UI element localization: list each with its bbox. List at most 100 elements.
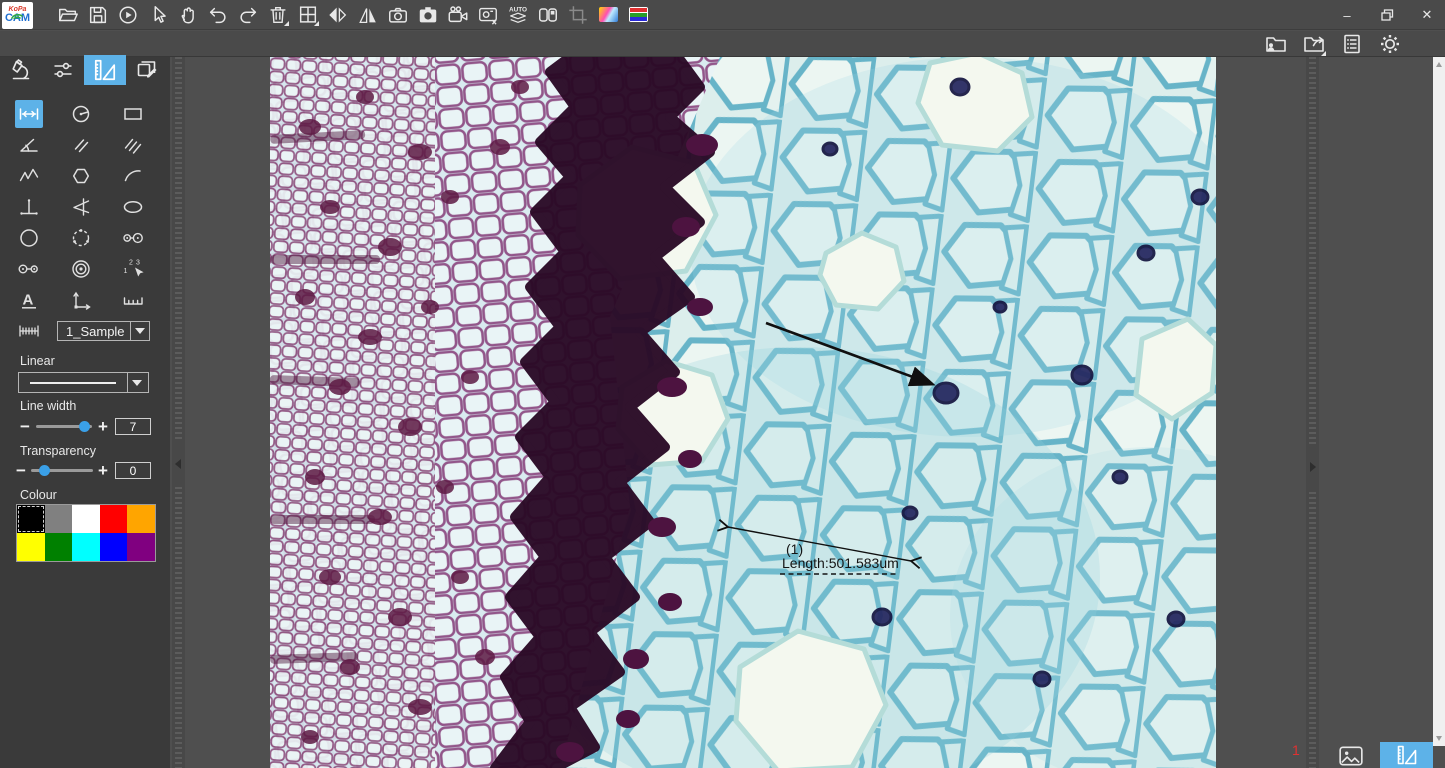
batch-capture-button[interactable]: [475, 2, 501, 28]
tool-polygon[interactable]: [67, 162, 95, 190]
report-button[interactable]: [1339, 31, 1365, 57]
expand-right-icon[interactable]: [1310, 462, 1316, 472]
compare-view-button[interactable]: [535, 2, 561, 28]
line-width-plus-button[interactable]: +: [96, 418, 110, 435]
open-file-button[interactable]: [55, 2, 81, 28]
colour-swatch[interactable]: [127, 505, 155, 533]
flip-vertical-button[interactable]: [355, 2, 381, 28]
snapshot-button[interactable]: [415, 2, 441, 28]
linear-label: Linear: [20, 354, 55, 368]
tool-angle[interactable]: [15, 131, 43, 159]
tool-length[interactable]: [15, 100, 43, 128]
tool-point-count[interactable]: 123: [119, 255, 147, 283]
tab-camera[interactable]: [0, 55, 42, 85]
tool-circle[interactable]: [15, 224, 43, 252]
caret-down-icon: [132, 380, 142, 386]
delete-button[interactable]: [265, 2, 291, 28]
grid-icon: [297, 4, 319, 26]
flip-horizontal-button[interactable]: [325, 2, 351, 28]
tool-concentric-circles[interactable]: [67, 255, 95, 283]
colour-swatch[interactable]: [45, 533, 73, 561]
play-button[interactable]: [115, 2, 141, 28]
vertical-scrollbar[interactable]: [1433, 57, 1445, 746]
transparency-value[interactable]: 0: [115, 462, 151, 479]
colour-swatch[interactable]: [17, 533, 45, 561]
tool-scale-bar[interactable]: [119, 286, 147, 314]
ellipse-icon: [121, 195, 145, 219]
tool-circle-center-distance[interactable]: [15, 255, 43, 283]
tool-arc[interactable]: [119, 162, 147, 190]
color-palette-button[interactable]: [595, 2, 621, 28]
collapse-left-icon[interactable]: [175, 459, 181, 469]
record-video-button[interactable]: [445, 2, 471, 28]
linear-style-select[interactable]: [18, 372, 149, 393]
left-splitter[interactable]: [172, 57, 185, 768]
transparency-slider[interactable]: [31, 469, 93, 472]
scroll-up-icon[interactable]: [1436, 62, 1442, 67]
colour-swatch[interactable]: [100, 505, 128, 533]
undo-button[interactable]: [205, 2, 231, 28]
transparency-slider-thumb[interactable]: [39, 465, 50, 476]
linear-select-button[interactable]: [127, 373, 146, 392]
transparency-plus-button[interactable]: +: [96, 462, 110, 479]
colour-swatch[interactable]: [100, 533, 128, 561]
tool-parallel-lines[interactable]: [67, 131, 95, 159]
save-button[interactable]: [85, 2, 111, 28]
line-width-label: Line width: [20, 399, 76, 413]
select-cursor-button[interactable]: [145, 2, 171, 28]
tool-polyline[interactable]: [15, 162, 43, 190]
minimize-button[interactable]: –: [1335, 4, 1359, 26]
scroll-down-icon[interactable]: [1436, 736, 1442, 741]
polyline-icon: [17, 164, 41, 188]
colour-swatch[interactable]: [45, 505, 73, 533]
tool-three-parallel-lines[interactable]: [119, 131, 147, 159]
line-width-slider[interactable]: [36, 425, 92, 428]
redo-arrow-icon: [237, 4, 259, 26]
redo-button[interactable]: [235, 2, 261, 28]
restore-button[interactable]: [1375, 4, 1399, 26]
tool-ellipse[interactable]: [119, 193, 147, 221]
circle-distance-icon: [121, 226, 145, 250]
tool-perpendicular[interactable]: [15, 193, 43, 221]
tab-measure[interactable]: [84, 55, 126, 85]
measure-panel-button[interactable]: [1380, 742, 1433, 768]
colour-swatch[interactable]: [17, 505, 45, 533]
microscopy-image[interactable]: (1) Length:501.583um: [270, 57, 1216, 768]
export-folder-button[interactable]: [1301, 31, 1327, 57]
sample-select[interactable]: 1_Sample: [57, 321, 150, 341]
rgb-channels-button[interactable]: [625, 2, 651, 28]
capture-photo-button[interactable]: [385, 2, 411, 28]
colour-swatch[interactable]: [72, 505, 100, 533]
tool-three-point-circle[interactable]: [67, 224, 95, 252]
wifi-signal-icon: [10, 11, 24, 19]
transparency-minus-button[interactable]: −: [14, 462, 28, 479]
page-indicator: 1: [1292, 742, 1300, 758]
tool-angle-between-lines[interactable]: [67, 193, 95, 221]
measure-tool-grid: 123 A: [15, 100, 147, 314]
settings-button[interactable]: [1377, 31, 1403, 57]
tool-radius-circle[interactable]: [67, 100, 95, 128]
pan-hand-button[interactable]: [175, 2, 201, 28]
tool-circle-distance[interactable]: [119, 224, 147, 252]
tool-text[interactable]: A: [15, 286, 43, 314]
colour-swatch[interactable]: [127, 533, 155, 561]
close-button[interactable]: ✕: [1415, 4, 1439, 26]
tool-rectangle[interactable]: [119, 100, 147, 128]
tool-calibration-ruler[interactable]: [15, 317, 43, 345]
colour-swatch[interactable]: [72, 533, 100, 561]
right-splitter[interactable]: [1306, 57, 1319, 768]
window-controls: – ✕: [1335, 0, 1439, 30]
line-width-minus-button[interactable]: −: [18, 418, 32, 435]
sample-select-button[interactable]: [130, 322, 149, 340]
crop-button[interactable]: [565, 2, 591, 28]
tab-adjust[interactable]: [42, 55, 84, 85]
gallery-button[interactable]: [1335, 743, 1367, 768]
line-width-slider-thumb[interactable]: [79, 421, 90, 432]
line-width-value[interactable]: 7: [115, 418, 151, 435]
auto-stack-button[interactable]: AUTO: [505, 2, 531, 28]
tab-annotate[interactable]: [126, 55, 168, 85]
folder-export-icon: [1302, 32, 1326, 56]
grid-layout-button[interactable]: [295, 2, 321, 28]
shared-folder-button[interactable]: [1263, 31, 1289, 57]
tool-coordinate-axes[interactable]: [67, 286, 95, 314]
